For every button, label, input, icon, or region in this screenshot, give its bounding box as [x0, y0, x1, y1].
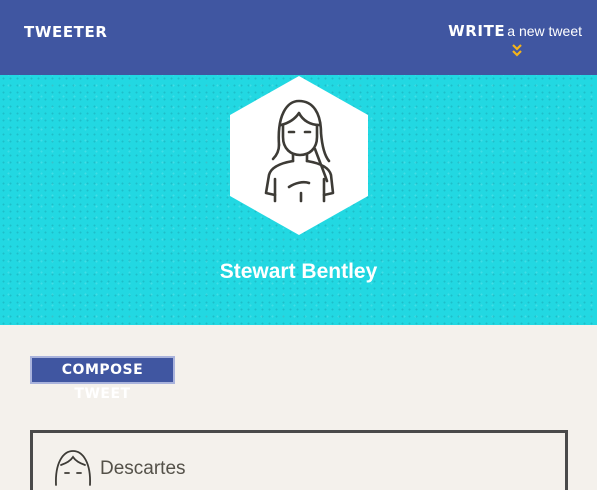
- compose-tweet-button[interactable]: COMPOSE TWEET: [30, 356, 175, 402]
- tweet-card: Descartes: [30, 430, 568, 490]
- profile-name: Stewart Bentley: [219, 260, 378, 283]
- tweet-author-avatar-icon: [55, 450, 91, 486]
- double-chevron-down-icon[interactable]: [512, 44, 522, 58]
- profile-header: Stewart Bentley: [0, 75, 597, 325]
- top-nav: TWEETER WRITE a new tweet: [0, 0, 597, 75]
- brand-logo[interactable]: TWEETER: [24, 23, 108, 41]
- write-label: WRITE: [448, 22, 506, 40]
- tweet-author-name[interactable]: Descartes: [100, 458, 186, 480]
- write-label-rest: a new tweet: [507, 23, 582, 39]
- woman-avatar-icon: [230, 76, 368, 235]
- write-new-tweet-link[interactable]: WRITE a new tweet: [448, 22, 582, 41]
